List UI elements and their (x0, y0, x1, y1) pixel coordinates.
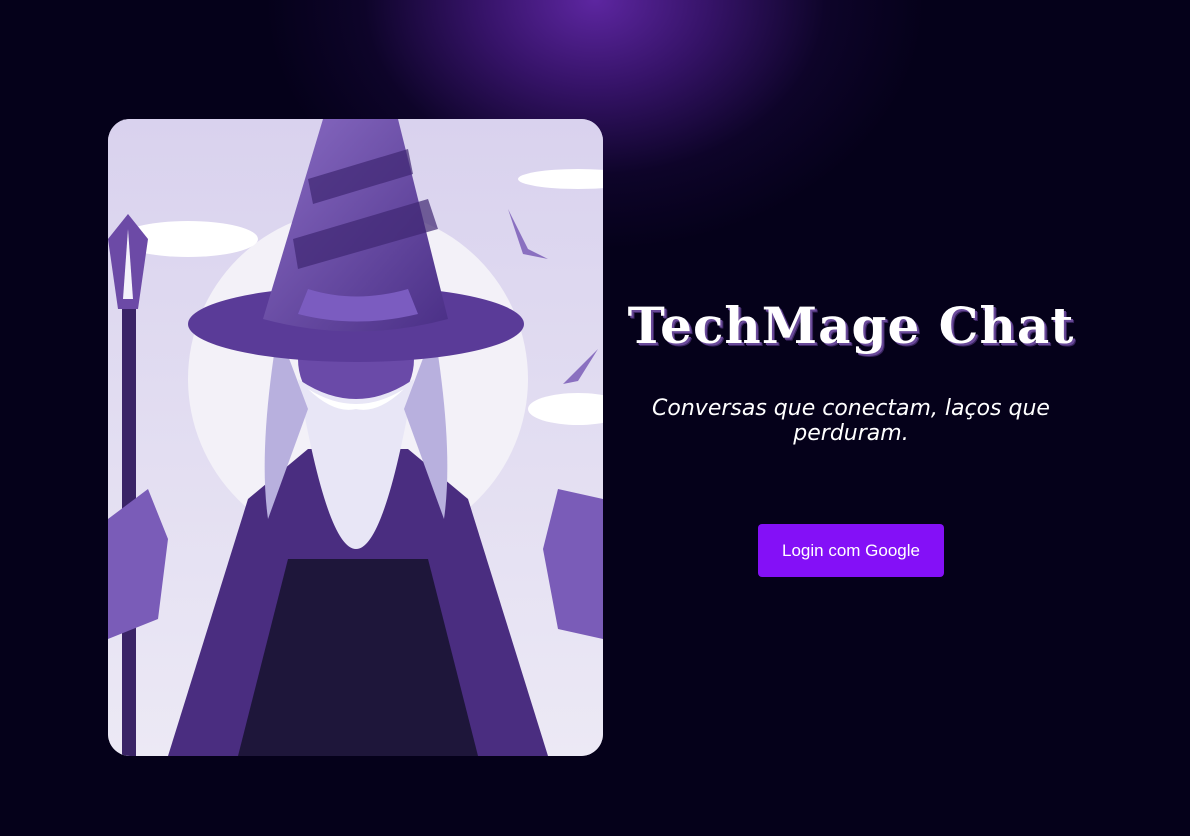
wizard-illustration (108, 119, 603, 756)
app-title: TechMage Chat (627, 296, 1075, 355)
google-login-button[interactable]: Login com Google (758, 524, 944, 577)
app-tagline: Conversas que conectam, laços que perdur… (652, 396, 1050, 446)
